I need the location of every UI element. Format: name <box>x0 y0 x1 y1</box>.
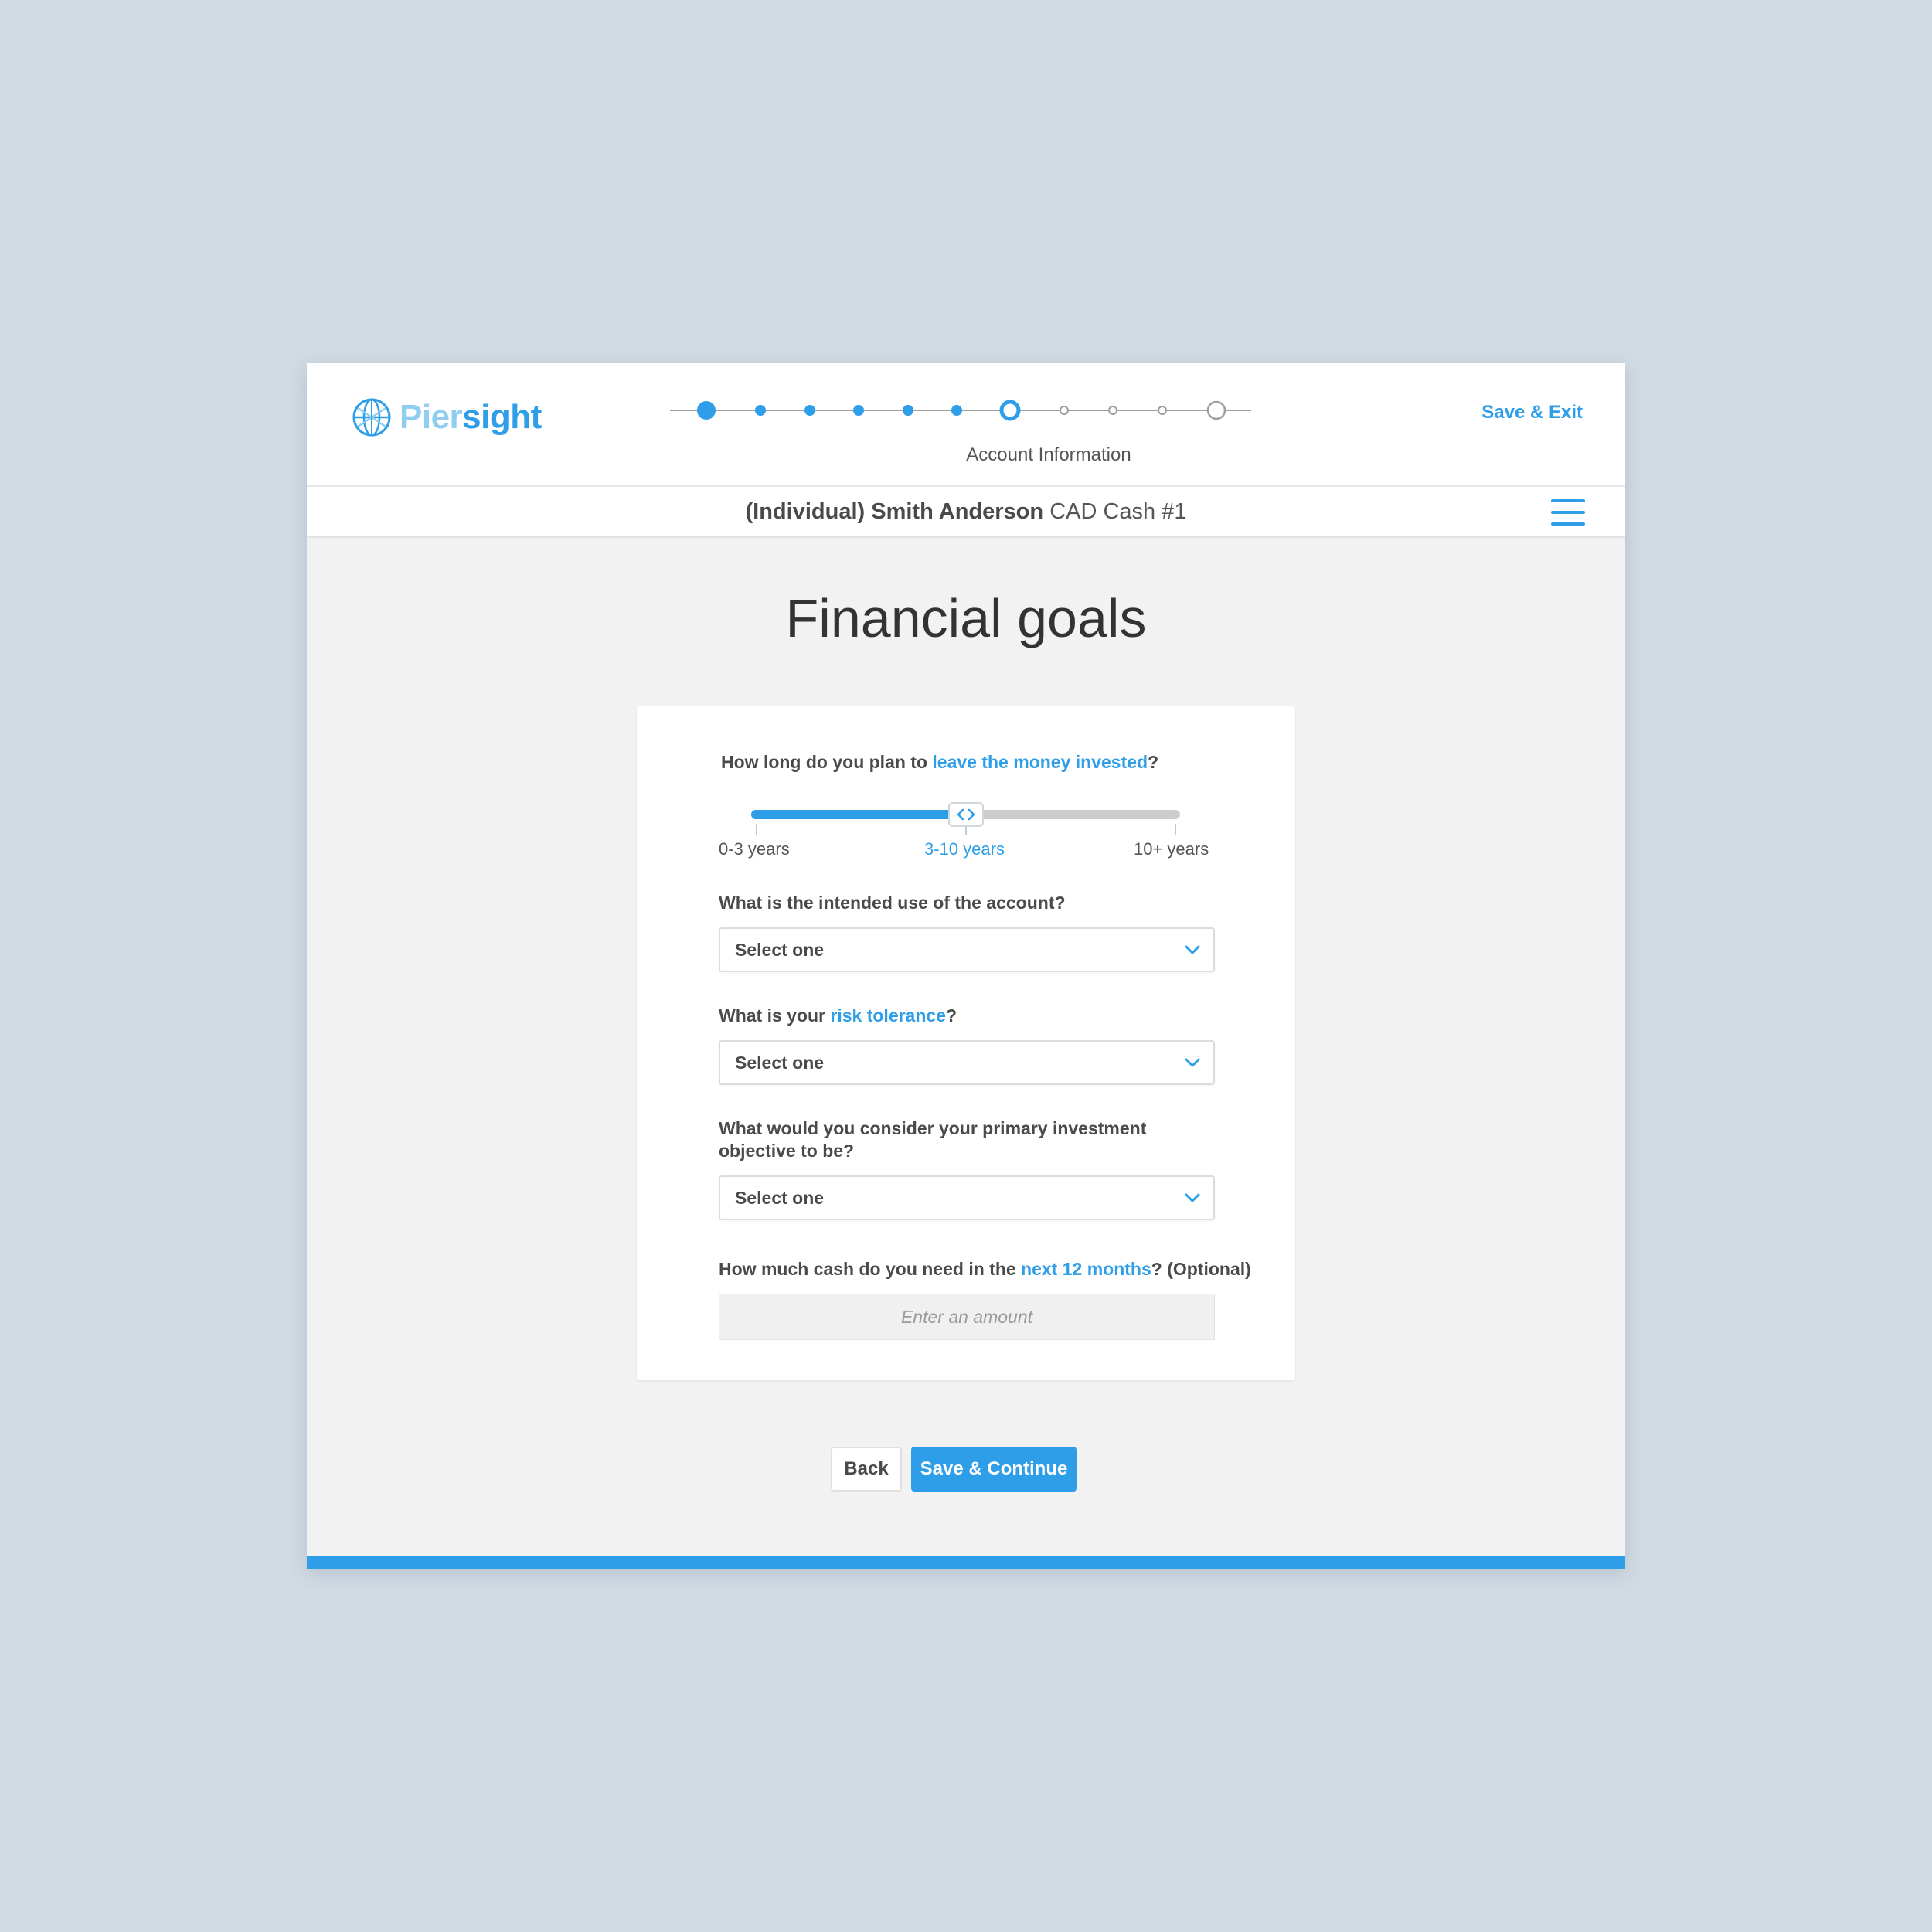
investment-horizon-slider[interactable]: 0-3 years 3-10 years 10+ years <box>719 798 1215 875</box>
question-risk-tolerance: What is your risk tolerance? <box>719 1005 957 1026</box>
stepper-step-10 <box>1158 406 1167 415</box>
globe-icon <box>352 398 391 437</box>
account-holder: Smith Anderson <box>871 499 1044 524</box>
stepper-step-8 <box>1060 406 1069 415</box>
stepper-step-11 <box>1206 400 1226 420</box>
chevron-down-icon <box>1185 1058 1200 1067</box>
chevron-down-icon <box>1185 945 1200 954</box>
stepper-step-6 <box>951 405 962 416</box>
left-right-arrows-icon <box>957 808 975 821</box>
question-cash-needed: How much cash do you need in the next 12… <box>719 1259 1251 1279</box>
page-title: Financial goals <box>785 588 1147 648</box>
next-12-months-link[interactable]: next 12 months <box>1021 1259 1151 1279</box>
progress-stepper: Account Information <box>670 394 1257 465</box>
chevron-down-icon <box>1185 1193 1200 1202</box>
stepper-step-5 <box>903 405 913 416</box>
save-exit-link[interactable]: Save & Exit <box>1481 402 1583 423</box>
slider-tick <box>1175 824 1176 835</box>
account-bar: (Individual) Smith Anderson CAD Cash #1 <box>307 487 1625 538</box>
question-investment-horizon: How long do you plan to leave the money … <box>721 752 1159 772</box>
logo-wordmark: Piersight <box>400 398 542 436</box>
slider-fill <box>751 810 966 819</box>
back-button[interactable]: Back <box>831 1447 902 1492</box>
stepper-current-label: Account Information <box>966 444 1131 465</box>
slider-option-0[interactable]: 0-3 years <box>719 839 790 859</box>
top-header: Piersight Account Information Save & Exi… <box>307 363 1625 487</box>
account-name: CAD Cash #1 <box>1049 499 1187 524</box>
account-title: (Individual) Smith Anderson CAD Cash #1 <box>307 487 1625 536</box>
intended-use-select[interactable]: Select one <box>719 927 1215 972</box>
stepper-track <box>670 400 1251 421</box>
bottom-accent-bar <box>307 1556 1625 1569</box>
brand-logo[interactable]: Piersight <box>352 394 542 440</box>
stepper-step-7 <box>999 400 1021 421</box>
financial-goals-form: How long do you plan to leave the money … <box>637 706 1295 1380</box>
app-window: Piersight Account Information Save & Exi… <box>307 363 1625 1569</box>
save-continue-button[interactable]: Save & Continue <box>911 1447 1077 1492</box>
account-type: (Individual) <box>745 499 866 524</box>
leave-money-invested-link[interactable]: leave the money invested <box>932 752 1148 772</box>
slider-thumb[interactable] <box>947 802 984 827</box>
investment-objective-select[interactable]: Select one <box>719 1175 1215 1220</box>
stepper-step-3 <box>804 405 815 416</box>
stepper-step-9 <box>1108 406 1117 415</box>
question-investment-objective: What would you consider your primary inv… <box>719 1118 1147 1161</box>
hamburger-menu-icon[interactable] <box>1551 499 1585 526</box>
stepper-step-2 <box>755 405 766 416</box>
slider-tick <box>756 824 757 835</box>
stepper-step-4 <box>853 405 864 416</box>
slider-option-2[interactable]: 10+ years <box>1134 839 1209 859</box>
stepper-step-1 <box>697 401 716 420</box>
risk-tolerance-link[interactable]: risk tolerance <box>830 1005 946 1026</box>
risk-tolerance-select[interactable]: Select one <box>719 1040 1215 1085</box>
question-intended-use: What is the intended use of the account? <box>719 893 1066 913</box>
slider-option-1[interactable]: 3-10 years <box>924 839 1005 859</box>
cash-amount-input[interactable] <box>719 1294 1215 1340</box>
